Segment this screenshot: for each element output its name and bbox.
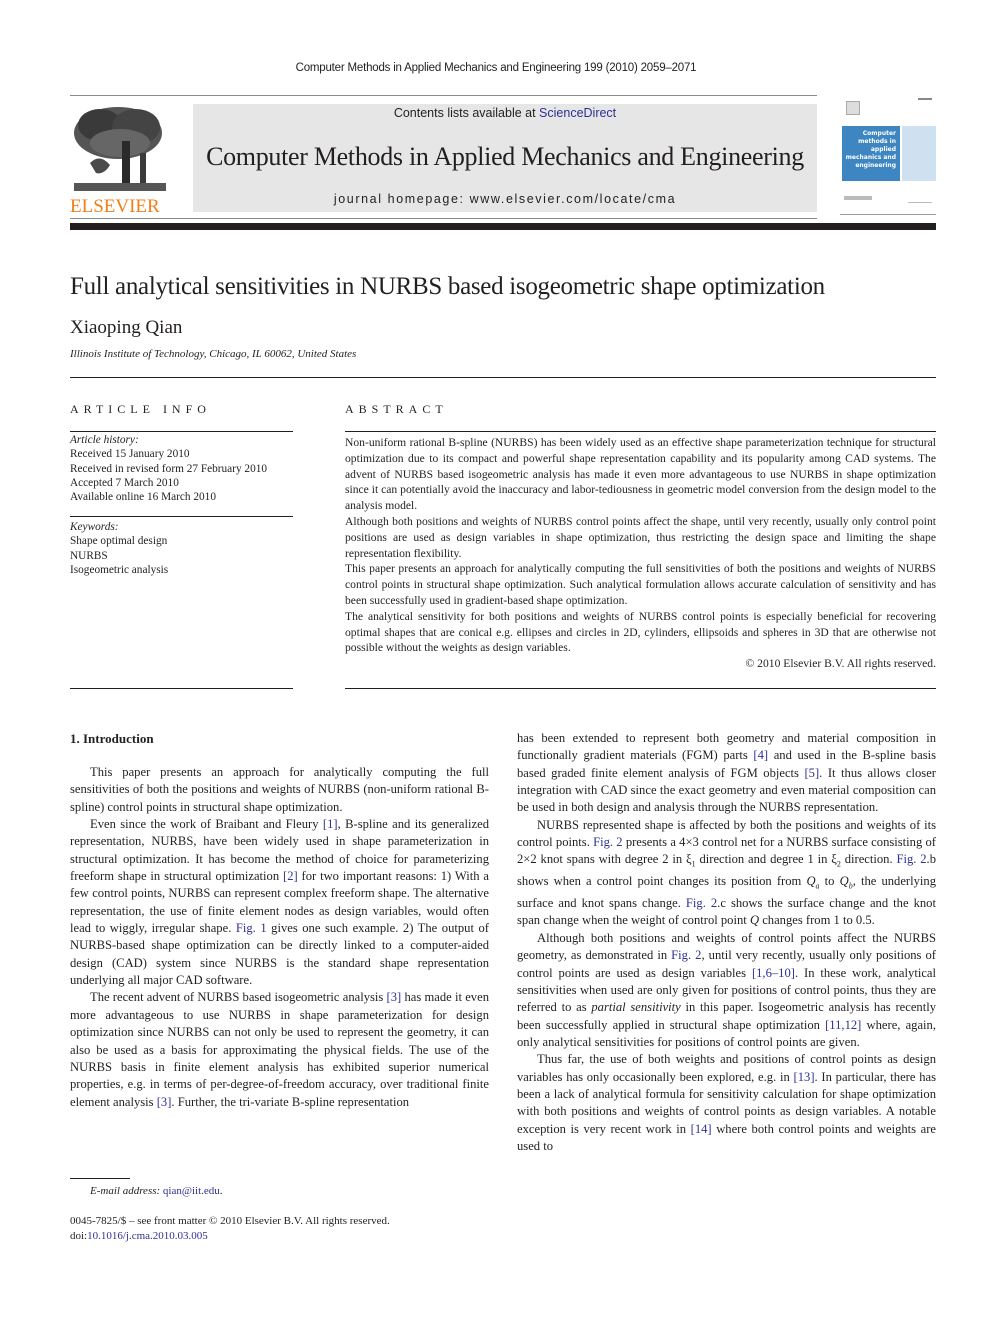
history-item: Available online 16 March 2010 [70, 491, 216, 504]
body-column-left: This paper presents an approach for anal… [70, 764, 489, 1111]
citation-link[interactable]: [2] [283, 869, 298, 883]
abstract-copyright: © 2010 Elsevier B.V. All rights reserved… [745, 657, 936, 671]
history-label: Article history: [70, 434, 139, 446]
history-item: Received in revised form 27 February 201… [70, 462, 268, 475]
issn-line: 0045-7825/$ – see front matter © 2010 El… [70, 1215, 390, 1227]
contents-prefix: Contents lists available at [393, 106, 540, 120]
publisher-wordmark: ELSEVIER [70, 196, 160, 217]
citation-link[interactable]: [3] [387, 990, 402, 1004]
header-rule-top [70, 95, 817, 96]
citation-link[interactable]: [1,6–10] [752, 966, 795, 980]
cover-logo-icon [846, 101, 860, 115]
abstract-rule [345, 431, 936, 432]
email-link[interactable]: qian@iit.edu [163, 1185, 220, 1197]
section-heading-introduction: 1. Introduction [70, 731, 154, 746]
abstract-rule [345, 688, 936, 689]
citation-link[interactable]: [4] [753, 748, 768, 762]
abstract-heading: ABSTRACT [345, 402, 448, 416]
abstract-body: Non-uniform rational B-spline (NURBS) ha… [345, 435, 936, 672]
figure-link[interactable]: Fig. 2 [896, 852, 926, 866]
article-title: Full analytical sensitivities in NURBS b… [70, 273, 825, 300]
keyword-item: Shape optimal design [70, 535, 168, 548]
keyword-item: NURBS [70, 549, 108, 562]
cover-title: Computer methods in applied mechanics an… [842, 126, 900, 181]
author-affiliation: Illinois Institute of Technology, Chicag… [70, 348, 357, 360]
body-paragraph: has been extended to represent both geom… [517, 731, 936, 815]
citation-link[interactable]: [11,12] [825, 1018, 861, 1032]
sciencedirect-link[interactable]: ScienceDirect [539, 106, 616, 120]
contents-line: Contents lists available at ScienceDirec… [193, 106, 817, 120]
title-rule [70, 377, 936, 378]
cover-footer-logo [844, 196, 872, 200]
abstract-paragraph: This paper presents an approach for anal… [345, 562, 936, 607]
abstract-paragraph: Non-uniform rational B-spline (NURBS) ha… [345, 436, 936, 513]
body-paragraph: The recent advent of NURBS based isogeom… [70, 990, 489, 1109]
citation-link[interactable]: [13] [794, 1070, 815, 1084]
cover-footer-line [908, 202, 932, 203]
keywords-label: Keywords: [70, 521, 119, 533]
journal-homepage: journal homepage: www.elsevier.com/locat… [333, 192, 677, 206]
running-head: Computer Methods in Applied Mechanics an… [295, 62, 697, 74]
journal-cover-thumbnail: Computer methods in applied mechanics an… [840, 96, 936, 215]
keywords: Keywords: Shape optimal design NURBS Iso… [70, 520, 293, 577]
body-paragraph: Even since the work of Braibant and Fleu… [70, 817, 489, 988]
body-paragraph: NURBS represented shape is affected by b… [517, 817, 937, 928]
keyword-item: Isogeometric analysis [70, 563, 169, 576]
figure-link[interactable]: Fig. 2 [593, 835, 622, 849]
abstract-paragraph: Although both positions and weights of N… [345, 514, 936, 560]
body-paragraph: This paper presents an approach for anal… [70, 765, 489, 814]
publisher-logo: ELSEVIER [70, 103, 190, 217]
journal-title: Computer Methods in Applied Mechanics an… [206, 142, 804, 171]
article-info-rule [70, 688, 293, 689]
citation-link[interactable]: [5] [804, 766, 819, 780]
footnote-email: E-mail address: qian@iit.edu. [90, 1185, 223, 1197]
figure-link[interactable]: Fig. 1 [236, 921, 267, 935]
history-item: Received 15 January 2010 [70, 448, 190, 461]
article-info-rule [70, 431, 293, 432]
doi-link[interactable]: 10.1016/j.cma.2010.03.005 [87, 1230, 208, 1242]
cover-panel [902, 126, 936, 181]
body-paragraph: Although both positions and weights of c… [517, 930, 936, 1049]
email-label: E-mail address: [90, 1185, 161, 1197]
body-column-right: has been extended to represent both geom… [517, 730, 936, 1155]
citation-link[interactable]: [14] [691, 1122, 712, 1136]
figure-link[interactable]: Fig. 2 [686, 896, 717, 910]
article-info-rule [70, 516, 293, 517]
citation-link[interactable]: [3] [157, 1095, 172, 1109]
history-item: Accepted 7 March 2010 [70, 476, 179, 489]
body-paragraph: Thus far, the use of both weights and po… [517, 1052, 937, 1153]
article-info-heading: ARTICLE INFO [70, 402, 211, 416]
citation-link[interactable]: [1] [323, 817, 338, 831]
footer-issn: 0045-7825/$ – see front matter © 2010 El… [70, 1214, 390, 1243]
doi-line: doi:10.1016/j.cma.2010.03.005 [70, 1229, 208, 1242]
journal-banner: Contents lists available at ScienceDirec… [193, 104, 817, 212]
header-rule-bottom [70, 218, 817, 219]
tree-logo-icon [70, 103, 170, 195]
footnote-rule [70, 1178, 130, 1179]
figure-link[interactable]: Fig. 2 [671, 948, 701, 962]
author-name: Xiaoping Qian [70, 317, 183, 338]
header-thick-bar [70, 223, 936, 230]
article-history: Article history: Received 15 January 201… [70, 433, 293, 504]
cover-mark [918, 98, 932, 100]
abstract-paragraph: The analytical sensitivity for both posi… [345, 609, 936, 655]
